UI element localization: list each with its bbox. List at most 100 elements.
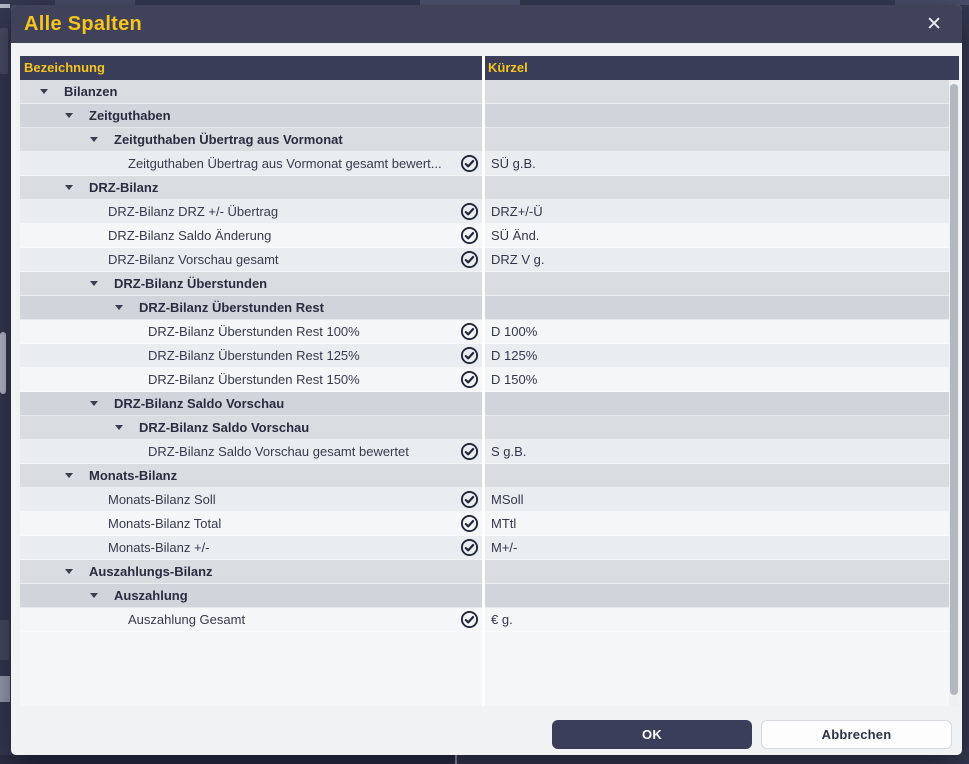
checked-icon[interactable] xyxy=(460,538,479,557)
row-label: Auszahlung Gesamt xyxy=(128,612,247,627)
bezeichnung-cell: Zeitguthaben xyxy=(20,104,482,127)
kuerzel-cell xyxy=(482,560,949,583)
collapse-arrow-icon[interactable] xyxy=(90,137,98,142)
row-label: Monats-Bilanz Total xyxy=(108,516,223,531)
collapse-arrow-icon[interactable] xyxy=(90,281,98,286)
checked-icon[interactable] xyxy=(460,226,479,245)
row-label: Zeitguthaben xyxy=(89,108,173,123)
kuerzel-cell: D 150% xyxy=(482,368,949,391)
checked-icon[interactable] xyxy=(460,370,479,389)
column-header-kuerzel: Kürzel xyxy=(482,56,959,80)
row-label: Bilanzen xyxy=(64,84,119,99)
bezeichnung-cell: DRZ-Bilanz Überstunden Rest 150% xyxy=(20,368,482,391)
row-label: DRZ-Bilanz Saldo Vorschau gesamt bewerte… xyxy=(148,444,411,459)
row-label: DRZ-Bilanz Überstunden Rest 150% xyxy=(148,372,362,387)
collapse-arrow-icon[interactable] xyxy=(65,473,73,478)
background-app-sliver xyxy=(0,676,10,702)
bezeichnung-cell: DRZ-Bilanz Überstunden xyxy=(20,272,482,295)
collapse-arrow-icon[interactable] xyxy=(115,425,123,430)
bezeichnung-cell: DRZ-Bilanz DRZ +/- Übertrag xyxy=(20,200,482,223)
background-app-sliver xyxy=(0,28,8,74)
kuerzel-cell: M+/- xyxy=(482,536,949,559)
checked-icon[interactable] xyxy=(460,250,479,269)
cancel-button[interactable]: Abbrechen xyxy=(761,720,952,749)
checked-icon[interactable] xyxy=(460,514,479,533)
background-app-sliver xyxy=(0,4,10,8)
collapse-arrow-icon[interactable] xyxy=(90,593,98,598)
bezeichnung-cell: Monats-Bilanz Soll xyxy=(20,488,482,511)
ok-button[interactable]: OK xyxy=(552,720,752,749)
kuerzel-cell xyxy=(482,272,949,295)
columns-tree-table: Bezeichnung Kürzel Bilanzen Zeitguthaben Z… xyxy=(20,56,959,706)
bezeichnung-cell: DRZ-Bilanz Saldo Vorschau gesamt bewerte… xyxy=(20,440,482,463)
background-app-sliver xyxy=(0,332,6,394)
kuerzel-cell: € g. xyxy=(482,608,949,631)
row-label: DRZ-Bilanz Saldo Vorschau xyxy=(114,396,286,411)
bezeichnung-cell: DRZ-Bilanz xyxy=(20,176,482,199)
bezeichnung-cell: DRZ-Bilanz Überstunden Rest 125% xyxy=(20,344,482,367)
table-header-row: Bezeichnung Kürzel xyxy=(20,56,959,80)
row-label: DRZ-Bilanz xyxy=(89,180,160,195)
collapse-arrow-icon[interactable] xyxy=(65,185,73,190)
row-label: DRZ-Bilanz Saldo Änderung xyxy=(108,228,273,243)
background-app-sliver xyxy=(0,620,9,660)
vertical-scrollbar[interactable] xyxy=(949,80,959,706)
collapse-arrow-icon[interactable] xyxy=(65,569,73,574)
kuerzel-cell xyxy=(482,104,949,127)
checked-icon[interactable] xyxy=(460,490,479,509)
checked-icon[interactable] xyxy=(460,322,479,341)
bezeichnung-cell: DRZ-Bilanz Vorschau gesamt xyxy=(20,248,482,271)
column-divider xyxy=(482,56,485,706)
bezeichnung-cell: Monats-Bilanz xyxy=(20,464,482,487)
collapse-arrow-icon[interactable] xyxy=(40,89,48,94)
bezeichnung-cell: Monats-Bilanz Total xyxy=(20,512,482,535)
kuerzel-cell xyxy=(482,392,949,415)
scrollbar-thumb[interactable] xyxy=(950,84,958,695)
bezeichnung-cell: DRZ-Bilanz Überstunden Rest 100% xyxy=(20,320,482,343)
checked-icon[interactable] xyxy=(460,202,479,221)
kuerzel-cell: SÜ Änd. xyxy=(482,224,949,247)
row-label: DRZ-Bilanz DRZ +/- Übertrag xyxy=(108,204,280,219)
row-label: DRZ-Bilanz Überstunden xyxy=(114,276,269,291)
row-label: Auszahlung xyxy=(114,588,190,603)
kuerzel-cell xyxy=(482,584,949,607)
row-label: Monats-Bilanz +/- xyxy=(108,540,212,555)
kuerzel-cell: DRZ+/-Ü xyxy=(482,200,949,223)
close-icon[interactable]: ✕ xyxy=(922,13,946,36)
checked-icon[interactable] xyxy=(460,610,479,629)
collapse-arrow-icon[interactable] xyxy=(90,401,98,406)
bezeichnung-cell: DRZ-Bilanz Saldo Vorschau xyxy=(20,416,482,439)
kuerzel-cell xyxy=(482,416,949,439)
bezeichnung-cell: DRZ-Bilanz Saldo Vorschau xyxy=(20,392,482,415)
kuerzel-cell: D 100% xyxy=(482,320,949,343)
row-label: Zeitguthaben Übertrag aus Vormonat xyxy=(114,132,345,147)
collapse-arrow-icon[interactable] xyxy=(115,305,123,310)
checked-icon[interactable] xyxy=(460,154,479,173)
bezeichnung-cell: DRZ-Bilanz Überstunden Rest xyxy=(20,296,482,319)
collapse-arrow-icon[interactable] xyxy=(65,113,73,118)
checked-icon[interactable] xyxy=(460,442,479,461)
row-label: DRZ-Bilanz Saldo Vorschau xyxy=(139,420,311,435)
kuerzel-cell: MSoll xyxy=(482,488,949,511)
kuerzel-cell: SÜ g.B. xyxy=(482,152,949,175)
dialog-titlebar: Alle Spalten ✕ xyxy=(11,5,962,43)
row-label: DRZ-Bilanz Vorschau gesamt xyxy=(108,252,281,267)
row-label: DRZ-Bilanz Überstunden Rest 100% xyxy=(148,324,362,339)
bezeichnung-cell: Monats-Bilanz +/- xyxy=(20,536,482,559)
bezeichnung-cell: DRZ-Bilanz Saldo Änderung xyxy=(20,224,482,247)
kuerzel-cell xyxy=(482,176,949,199)
all-columns-dialog: Alle Spalten ✕ Bezeichnung Kürzel Bilanz… xyxy=(11,5,962,755)
row-label: Monats-Bilanz Soll xyxy=(108,492,218,507)
kuerzel-cell xyxy=(482,80,949,103)
checked-icon[interactable] xyxy=(460,346,479,365)
bezeichnung-cell: Zeitguthaben Übertrag aus Vormonat xyxy=(20,128,482,151)
screen: { "dialog": { "title": "Alle Spalten", "… xyxy=(0,0,969,764)
kuerzel-cell: DRZ V g. xyxy=(482,248,949,271)
dialog-footer: OK Abbrechen xyxy=(552,720,952,749)
row-label: Auszahlungs-Bilanz xyxy=(89,564,215,579)
row-label: Monats-Bilanz xyxy=(89,468,179,483)
row-label: DRZ-Bilanz Überstunden Rest xyxy=(139,300,326,315)
background-app-sliver xyxy=(0,755,455,764)
row-label: Zeitguthaben Übertrag aus Vormonat gesam… xyxy=(128,156,444,171)
bezeichnung-cell: Auszahlungs-Bilanz xyxy=(20,560,482,583)
